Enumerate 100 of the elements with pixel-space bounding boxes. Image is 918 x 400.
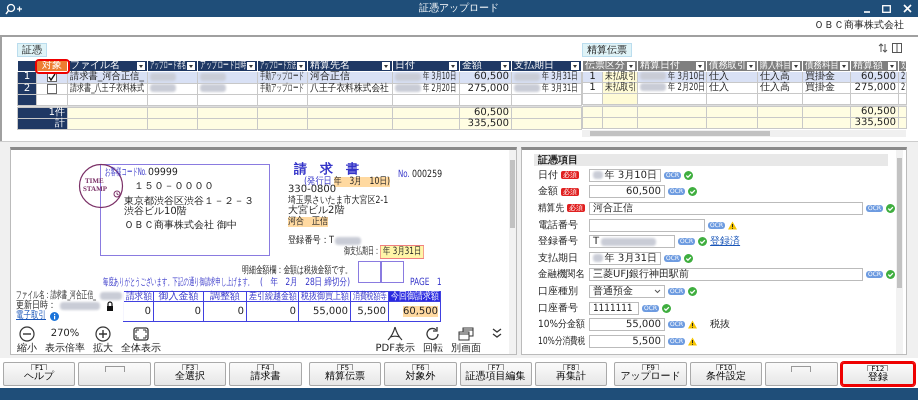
table-cell: 275,000: [854, 83, 896, 93]
summary-header: 調整額: [204, 292, 246, 302]
table-cell: 仕入高: [760, 72, 790, 82]
table-cell: 年 2月20日: [423, 84, 456, 94]
postal-code: １５０－００００: [134, 182, 214, 192]
note-text: 税抜: [710, 319, 730, 330]
summary-header: 税抜御買上額: [298, 292, 350, 302]
field-label: 10%分金額: [538, 319, 586, 330]
invoice-title: 請 求 書: [294, 163, 359, 176]
field-label: 登録番号: [538, 236, 578, 248]
dropdown-icon[interactable]: [571, 62, 579, 70]
input-field[interactable]: 1111111: [589, 302, 639, 315]
pdf-icon[interactable]: [387, 326, 404, 342]
table-cell: 未払取引: [605, 83, 636, 93]
close-icon: [903, 4, 912, 13]
fit-page-icon[interactable]: [133, 326, 149, 342]
table-cell: 60,500: [861, 72, 896, 82]
table-row[interactable]: 1 請求書_河合正信_ 手動アップロード 河合正信 年 3月10日 60,500 年 3月31日: [18, 72, 582, 84]
blurred-text: [60, 302, 100, 310]
table-cell: 請求書_河合正信_: [70, 72, 144, 82]
column-header[interactable]: アップロード者名: [148, 60, 198, 72]
table-row[interactable]: 1 未払取引 年 2月20日 仕入 仕入高 買掛金 275,000 2: [582, 82, 906, 94]
rotate-icon[interactable]: [425, 326, 441, 342]
total-label: 計: [18, 118, 68, 130]
table-cell: 年 3月31日: [542, 84, 578, 94]
columns-icon[interactable]: [892, 43, 902, 53]
table-cell: 仕入: [709, 72, 729, 82]
zoom-label: 表示倍率: [45, 344, 85, 354]
input-field[interactable]: 年 3月31日: [589, 252, 661, 265]
summary-value: 0: [154, 302, 204, 322]
issue-date: 年 3月 10日): [334, 177, 390, 187]
column-header[interactable]: ファイル名: [68, 60, 148, 72]
dropdown-icon[interactable]: [247, 62, 255, 70]
summary-header: 今回御請求額: [388, 292, 440, 302]
toolbar-label: 全体表示: [121, 344, 161, 354]
field-label: 支払期日: [538, 252, 578, 264]
registered-link[interactable]: 登録済: [710, 236, 740, 248]
info-icon[interactable]: [50, 312, 59, 320]
toolbar-label: 縮小: [17, 344, 37, 354]
input-field[interactable]: 河合正信: [589, 202, 863, 215]
table-cell: 1: [589, 72, 596, 82]
sort-icon[interactable]: [878, 43, 888, 53]
dropdown-icon[interactable]: [187, 62, 195, 70]
addressee: ＯＢＣ商事株式会社 御中: [124, 221, 238, 231]
dropdown-icon[interactable]: [382, 62, 390, 70]
dropdown-icon[interactable]: [449, 62, 457, 70]
input-field[interactable]: 5,500: [589, 334, 665, 348]
new-window-icon[interactable]: [458, 326, 474, 342]
table-row[interactable]: 1 未払取引 年 3月10日 仕入 仕入高 買掛金 60,500 2: [582, 72, 906, 82]
caret-icon[interactable]: [654, 288, 661, 294]
horizontal-scrollbar[interactable]: [582, 130, 906, 137]
summary-header: 差引繰越金額: [246, 292, 298, 302]
input-field[interactable]: 55,000: [589, 318, 665, 332]
input-field[interactable]: T: [589, 235, 675, 248]
summary-header: 消費税額等: [350, 292, 388, 302]
toolbar-label: 別画面: [451, 344, 481, 354]
note-text: 明細金額欄：金額は税抜金額です。: [242, 266, 352, 276]
select-field[interactable]: 普通預金: [589, 284, 665, 298]
section-label: 精算伝票: [582, 43, 632, 57]
dropdown-icon[interactable]: [840, 62, 848, 70]
input-field[interactable]: 三菱UFJ銀行神田駅前: [589, 268, 863, 282]
address-line: 渋谷ビル10階: [124, 207, 187, 217]
table-cell: 未払取引: [605, 72, 636, 82]
invoice-number: 000259: [412, 170, 442, 180]
zoom-out-icon[interactable]: [19, 326, 35, 342]
summary-value: 55,000: [298, 302, 350, 322]
summary-value: 0: [204, 302, 246, 322]
input-field[interactable]: 60,500: [589, 185, 665, 198]
total-value: 335,500: [468, 119, 509, 130]
sender-address: 330-0800: [288, 185, 336, 195]
vertical-scrollbar[interactable]: [896, 150, 903, 354]
total-value: 335,500: [854, 118, 896, 128]
company-name: ＯＢＣ商事株式会社: [814, 20, 904, 31]
checkbox[interactable]: [47, 84, 57, 94]
total-value: 60,500: [474, 108, 509, 118]
field-label: 金額: [538, 186, 558, 198]
sender-address: 大宮ビル2階: [288, 206, 344, 216]
sender-address: 埼玉県さいたま市大宮区2-1: [288, 196, 388, 206]
table-cell: 275,000: [468, 84, 509, 94]
dropdown-icon[interactable]: [137, 62, 145, 70]
dropdown-icon[interactable]: [747, 62, 755, 70]
input-field[interactable]: 年 3月10日: [589, 168, 661, 182]
dropdown-icon[interactable]: [501, 62, 509, 70]
input-field[interactable]: [589, 218, 705, 232]
dropdown-icon[interactable]: [696, 62, 704, 70]
vertical-scrollbar[interactable]: [509, 150, 516, 354]
table-row[interactable]: 2 請求書_八王子衣料株式 手動アップロード 八王子衣料株式会社 年 2月20日 275,000 年 3月31日: [18, 83, 582, 95]
zoom-level: 270%: [50, 329, 80, 339]
toolbar-label: PDF表示: [376, 344, 415, 354]
toolbar-label: 回転: [423, 344, 443, 354]
dropdown-icon[interactable]: [297, 62, 305, 70]
field-label: 口座種別: [538, 286, 578, 297]
dropdown-icon[interactable]: [627, 62, 635, 70]
dropdown-icon[interactable]: [792, 62, 800, 70]
section-label: 証憑: [17, 43, 47, 57]
electronic-transaction-link[interactable]: 電子取引: [16, 311, 46, 321]
zoom-in-icon[interactable]: [95, 326, 111, 342]
table-cell: 2: [901, 72, 906, 82]
search-plus-icon[interactable]: [5, 2, 23, 14]
dropdown-icon[interactable]: [888, 62, 896, 70]
